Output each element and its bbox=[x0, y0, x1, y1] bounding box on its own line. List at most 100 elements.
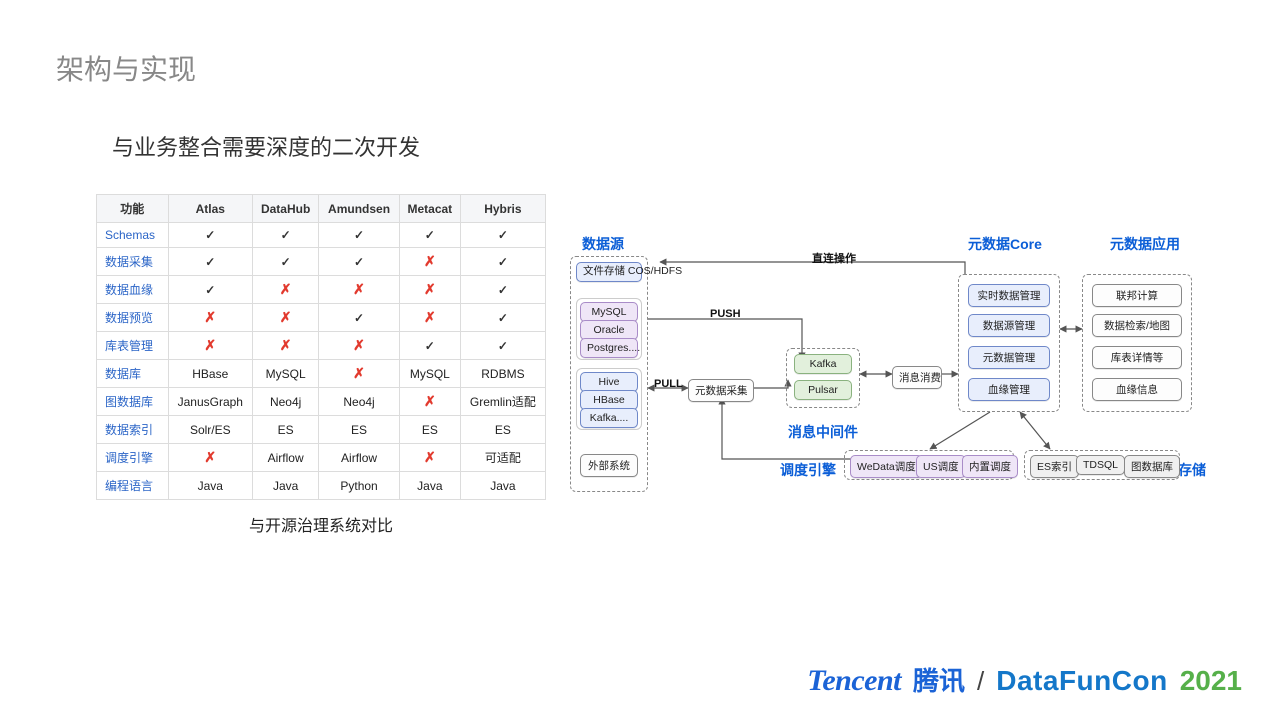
node-lineage: 血缘管理 bbox=[968, 378, 1050, 401]
node-hbase: HBase bbox=[580, 390, 638, 410]
footer-sep: / bbox=[977, 666, 984, 697]
node-pulsar: Pulsar bbox=[794, 380, 852, 400]
check-icon: ✓ bbox=[354, 228, 364, 242]
check-icon: ✓ bbox=[498, 311, 508, 325]
value-cell: Airflow bbox=[319, 444, 400, 472]
value-cell: ✓ bbox=[319, 223, 400, 248]
check-icon: ✓ bbox=[205, 228, 215, 242]
anno-direct: 直连操作 bbox=[812, 250, 856, 266]
node-tdsql: TDSQL bbox=[1076, 455, 1125, 475]
cross-icon: ✗ bbox=[204, 309, 216, 325]
value-cell: ✗ bbox=[253, 276, 319, 304]
cross-icon: ✗ bbox=[280, 281, 292, 297]
value-cell: ✗ bbox=[399, 276, 460, 304]
footer: Tencent 腾讯 / DataFunCon 2021 bbox=[807, 661, 1242, 698]
feature-cell: 调度引擎 bbox=[97, 444, 169, 472]
node-collector: 元数据采集 bbox=[688, 379, 754, 402]
node-fed: 联邦计算 bbox=[1092, 284, 1182, 307]
value-cell: ✗ bbox=[168, 332, 252, 360]
cross-icon: ✗ bbox=[280, 337, 292, 353]
cross-icon: ✗ bbox=[204, 337, 216, 353]
cross-icon: ✗ bbox=[424, 253, 436, 269]
value-cell: ✗ bbox=[399, 304, 460, 332]
value-cell: Neo4j bbox=[319, 388, 400, 416]
node-meta-mgr: 元数据管理 bbox=[968, 346, 1050, 369]
table-row: 图数据库JanusGraphNeo4jNeo4j✗Gremlin适配 bbox=[97, 388, 546, 416]
table-caption: 与开源治理系统对比 bbox=[96, 512, 546, 536]
feature-cell: Schemas bbox=[97, 223, 169, 248]
value-cell: ✗ bbox=[319, 332, 400, 360]
node-rt-mgr: 实时数据管理 bbox=[968, 284, 1050, 307]
value-cell: ✗ bbox=[253, 332, 319, 360]
feature-cell: 库表管理 bbox=[97, 332, 169, 360]
section-label-app: 元数据应用 bbox=[1110, 234, 1180, 254]
cross-icon: ✗ bbox=[424, 393, 436, 409]
node-lineage-info: 血缘信息 bbox=[1092, 378, 1182, 401]
table-row: 数据采集✓✓✓✗✓ bbox=[97, 248, 546, 276]
logo-datafuncon: DataFunCon bbox=[996, 665, 1167, 697]
node-external: 外部系统 bbox=[580, 454, 638, 477]
page-title: 架构与实现 bbox=[56, 48, 196, 88]
logo-tencent-cn: 腾讯 bbox=[913, 661, 965, 698]
anno-push: PUSH bbox=[710, 308, 741, 320]
node-us: US调度 bbox=[916, 455, 966, 478]
col-header: 功能 bbox=[97, 195, 169, 223]
check-icon: ✓ bbox=[498, 283, 508, 297]
feature-cell: 数据血缘 bbox=[97, 276, 169, 304]
value-cell: Java bbox=[253, 472, 319, 500]
feature-cell: 数据库 bbox=[97, 360, 169, 388]
node-detail: 库表详情等 bbox=[1092, 346, 1182, 369]
value-cell: ✓ bbox=[399, 223, 460, 248]
value-cell: ✗ bbox=[399, 444, 460, 472]
table-row: 编程语言JavaJavaPythonJavaJava bbox=[97, 472, 546, 500]
check-icon: ✓ bbox=[354, 311, 364, 325]
table-row: 数据索引Solr/ESESESESES bbox=[97, 416, 546, 444]
feature-cell: 数据采集 bbox=[97, 248, 169, 276]
cross-icon: ✗ bbox=[353, 337, 365, 353]
content: 功能AtlasDataHubAmundsenMetacatHybris Sche… bbox=[96, 194, 1240, 536]
node-search: 数据检索/地图 bbox=[1092, 314, 1182, 337]
value-cell: ✓ bbox=[168, 276, 252, 304]
value-cell: ✓ bbox=[168, 223, 252, 248]
value-cell: Java bbox=[399, 472, 460, 500]
value-cell: HBase bbox=[168, 360, 252, 388]
value-cell: Java bbox=[460, 472, 545, 500]
node-internal: 内置调度 bbox=[962, 455, 1018, 478]
value-cell: ✗ bbox=[319, 360, 400, 388]
node-hive: Hive bbox=[580, 372, 638, 392]
cross-icon: ✗ bbox=[353, 281, 365, 297]
feature-cell: 图数据库 bbox=[97, 388, 169, 416]
node-oracle: Oracle bbox=[580, 320, 638, 340]
col-header: Amundsen bbox=[319, 195, 400, 223]
section-label-sched: 调度引擎 bbox=[780, 460, 836, 480]
cross-icon: ✗ bbox=[424, 309, 436, 325]
value-cell: ✓ bbox=[460, 276, 545, 304]
node-ds-mgr: 数据源管理 bbox=[968, 314, 1050, 337]
value-cell: ✓ bbox=[168, 248, 252, 276]
value-cell: ES bbox=[253, 416, 319, 444]
value-cell: ✓ bbox=[460, 332, 545, 360]
check-icon: ✓ bbox=[205, 255, 215, 269]
value-cell: ✗ bbox=[319, 276, 400, 304]
value-cell: Python bbox=[319, 472, 400, 500]
value-cell: ✓ bbox=[253, 248, 319, 276]
node-consume: 消息消费 bbox=[892, 366, 942, 389]
section-label-data-source: 数据源 bbox=[582, 234, 624, 254]
check-icon: ✓ bbox=[498, 339, 508, 353]
value-cell: ✓ bbox=[460, 304, 545, 332]
node-es: ES索引 bbox=[1030, 455, 1079, 478]
logo-tencent-en: Tencent bbox=[807, 664, 901, 698]
subtitle: 与业务整合需要深度的二次开发 bbox=[112, 130, 420, 162]
value-cell: ES bbox=[460, 416, 545, 444]
value-cell: JanusGraph bbox=[168, 388, 252, 416]
value-cell: ✓ bbox=[399, 332, 460, 360]
anno-pull: PULL bbox=[654, 378, 683, 390]
section-label-mq: 消息中间件 bbox=[788, 422, 858, 442]
value-cell: Neo4j bbox=[253, 388, 319, 416]
node-postgres: Postgres.... bbox=[580, 338, 638, 358]
table-row: 库表管理 ✗ ✗ ✗ ✓ ✓ bbox=[97, 332, 546, 360]
value-cell: Gremlin适配 bbox=[460, 388, 545, 416]
node-file-store: 文件存储 COS/HDFS bbox=[576, 262, 642, 282]
table-row: 调度引擎✗AirflowAirflow✗可适配 bbox=[97, 444, 546, 472]
col-header: Metacat bbox=[399, 195, 460, 223]
